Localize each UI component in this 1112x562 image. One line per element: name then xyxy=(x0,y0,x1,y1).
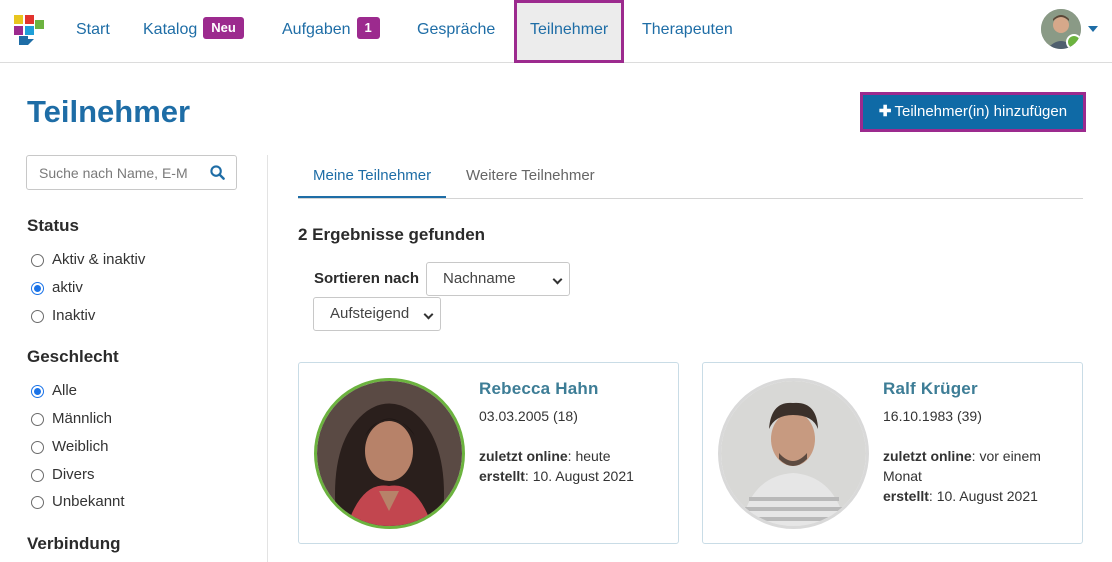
gender-option-label: Weiblich xyxy=(52,438,109,455)
radio-button[interactable] xyxy=(31,413,44,426)
participant-avatar-image xyxy=(317,381,462,526)
sort-order-value: Aufsteigend xyxy=(330,305,410,322)
nav-gespraeche-label: Gespräche xyxy=(417,21,496,38)
nav-therapeuten[interactable]: Therapeuten xyxy=(642,0,733,60)
gender-heading: Geschlecht xyxy=(27,347,119,366)
chevron-down-icon xyxy=(552,274,563,285)
nav-teilnehmer-label: Teilnehmer xyxy=(530,21,609,38)
add-participant-label: Teilnehmer(in) hinzufügen xyxy=(894,103,1068,120)
radio-button[interactable] xyxy=(31,254,44,267)
plus-icon: ✚ xyxy=(878,103,892,120)
chevron-down-icon xyxy=(423,309,434,320)
last-online-label: zuletzt online xyxy=(479,448,568,464)
created-value: : 10. August 2021 xyxy=(928,488,1038,504)
top-navbar: Start Katalog Neu Aufgaben 1 Gespräche Tei… xyxy=(0,0,1112,63)
sort-label: Sortieren nach xyxy=(314,270,420,287)
radio-button[interactable] xyxy=(31,310,44,323)
status-option-label: Aktiv & inaktiv xyxy=(52,251,146,268)
gender-option-label: Alle xyxy=(52,382,78,399)
sort-field-select[interactable]: Nachname xyxy=(426,262,570,296)
nav-start-label: Start xyxy=(76,21,110,38)
radio-button[interactable] xyxy=(31,496,44,509)
participant-avatar-image xyxy=(721,381,866,526)
tab-divider xyxy=(298,198,1083,199)
gender-option-label: Unbekannt xyxy=(52,493,125,510)
participant-meta: zuletzt online: heute erstellt: 10. Augu… xyxy=(479,446,664,486)
radio-button[interactable] xyxy=(31,469,44,482)
task-count-badge: 1 xyxy=(356,16,380,39)
participant-card[interactable]: Rebecca Hahn 03.03.2005 (18) zuletzt onl… xyxy=(298,362,679,544)
nav-gespraeche[interactable]: Gespräche xyxy=(417,0,495,60)
tab-my-participants[interactable]: Meine Teilnehmer xyxy=(298,156,447,198)
search-input[interactable] xyxy=(27,156,205,189)
sort-field-value: Nachname xyxy=(443,270,516,287)
nav-katalog-label: Katalog xyxy=(143,21,198,38)
new-badge: Neu xyxy=(203,16,244,39)
participant-birthdate: 03.03.2005 (18) xyxy=(479,408,578,424)
participant-birthdate: 16.10.1983 (39) xyxy=(883,408,982,424)
created-value: : 10. August 2021 xyxy=(524,468,634,484)
gender-option-label: Divers xyxy=(52,466,95,483)
nav-aufgaben[interactable]: Aufgaben 1 xyxy=(282,0,380,60)
chevron-down-icon[interactable] xyxy=(1088,26,1098,32)
search-icon[interactable] xyxy=(210,165,225,180)
gender-option-label: Männlich xyxy=(52,410,113,427)
status-option-label: Inaktiv xyxy=(52,307,96,324)
nav-aufgaben-label: Aufgaben xyxy=(282,21,351,38)
participant-name[interactable]: Rebecca Hahn xyxy=(479,379,599,399)
participant-photo[interactable] xyxy=(314,378,465,529)
status-option-label: aktiv xyxy=(52,279,83,296)
visibility-eye-icon xyxy=(1066,34,1081,49)
radio-button[interactable] xyxy=(31,441,44,454)
created-label: erstellt xyxy=(883,488,929,504)
status-heading: Status xyxy=(27,216,79,235)
participant-photo[interactable] xyxy=(718,378,869,529)
sidebar-divider xyxy=(267,155,268,562)
last-online-label: zuletzt online xyxy=(883,448,972,464)
add-participant-button[interactable]: ✚ Teilnehmer(in) hinzufügen xyxy=(860,92,1086,132)
radio-button[interactable] xyxy=(31,385,44,398)
nav-start[interactable]: Start xyxy=(76,0,110,60)
participant-card[interactable]: Ralf Krüger 16.10.1983 (39) zuletzt onli… xyxy=(702,362,1083,544)
nav-katalog[interactable]: Katalog Neu xyxy=(143,0,244,60)
nav-teilnehmer[interactable]: Teilnehmer xyxy=(514,0,625,63)
participant-meta: zuletzt online: vor einem Monat erstellt… xyxy=(883,446,1068,506)
created-label: erstellt xyxy=(479,468,525,484)
radio-button[interactable] xyxy=(31,282,44,295)
user-avatar[interactable] xyxy=(1041,9,1081,49)
search-box xyxy=(26,155,237,190)
page-title: Teilnehmer xyxy=(27,94,191,129)
sort-order-select[interactable]: Aufsteigend xyxy=(313,297,441,331)
nav-therapeuten-label: Therapeuten xyxy=(642,21,733,38)
last-online-value: : heute xyxy=(567,448,611,464)
tab-other-participants[interactable]: Weitere Teilnehmer xyxy=(451,156,610,198)
participant-name[interactable]: Ralf Krüger xyxy=(883,379,978,399)
connection-heading: Verbindung xyxy=(27,534,121,553)
results-count: 2 Ergebnisse gefunden xyxy=(298,225,486,244)
app-logo[interactable] xyxy=(14,15,44,47)
